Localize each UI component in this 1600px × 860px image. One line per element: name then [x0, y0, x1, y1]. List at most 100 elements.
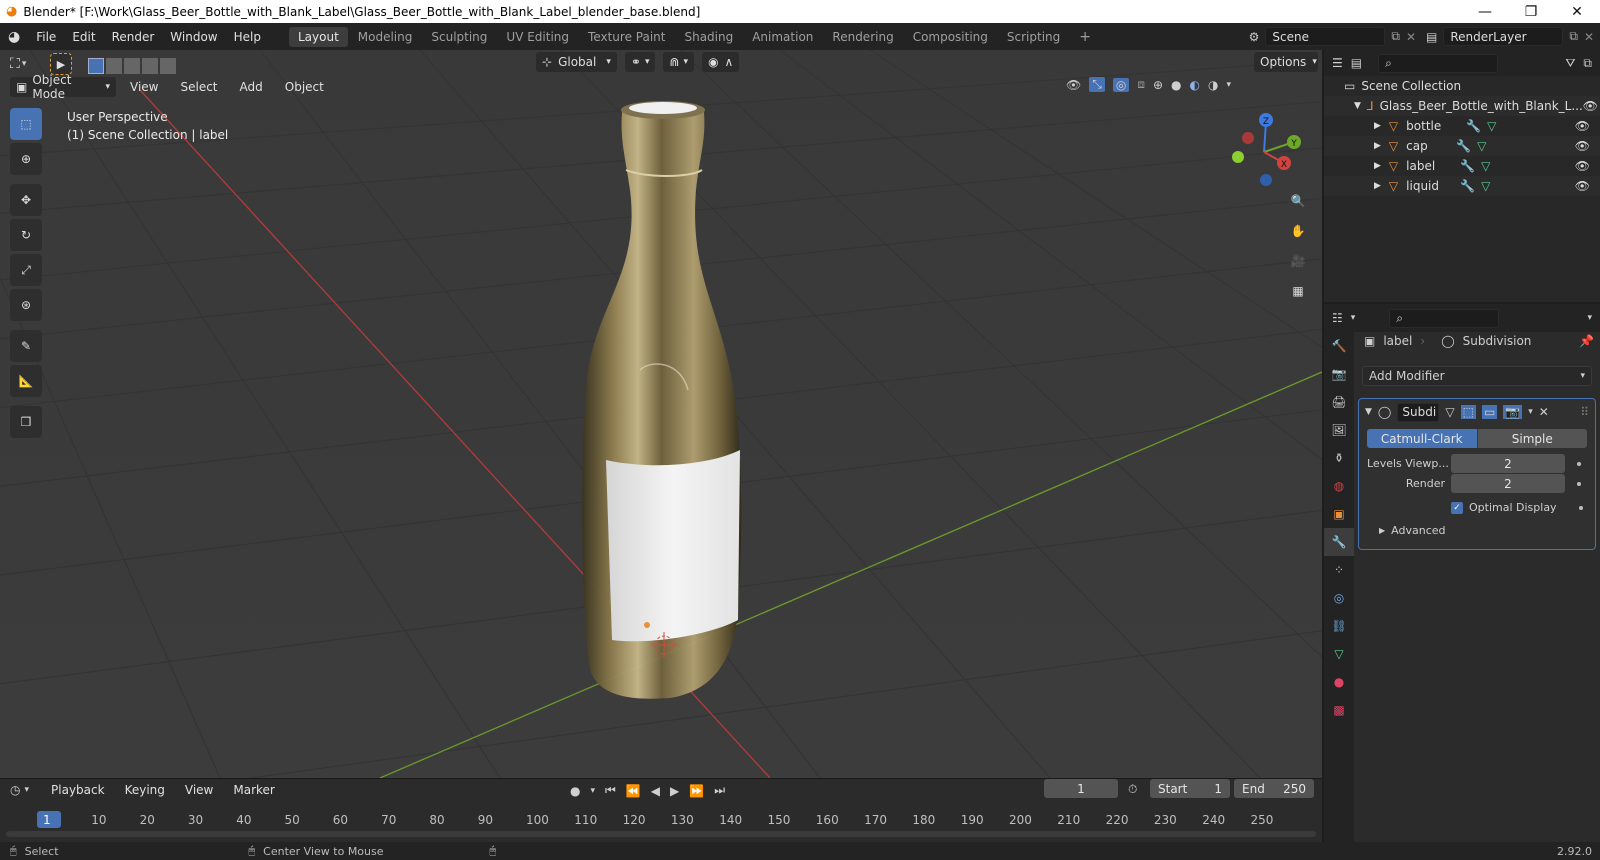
rotate-tool[interactable]: ↻ — [10, 219, 42, 251]
new-collection-icon[interactable]: ⧉ — [1583, 56, 1592, 71]
restore-button[interactable]: ❐ — [1508, 4, 1554, 20]
tab-shading[interactable]: Shading — [675, 27, 742, 47]
world-tab-icon[interactable]: ◍ — [1324, 472, 1354, 500]
scene-collection-row[interactable]: ▭ Scene Collection — [1324, 76, 1600, 96]
annotate-tool[interactable]: ✎ — [10, 330, 42, 362]
proportional-edit-toggle[interactable]: ◉ ∧ — [702, 52, 740, 72]
tab-sculpting[interactable]: Sculpting — [422, 27, 496, 47]
pin-icon[interactable]: 📌 — [1579, 334, 1594, 348]
camera-view-icon[interactable]: 🎥 — [1285, 248, 1311, 274]
menu-render[interactable]: Render — [104, 30, 163, 44]
tab-rendering[interactable]: Rendering — [823, 27, 902, 47]
options-dropdown[interactable]: Options ▾ — [1254, 52, 1318, 72]
play-icon[interactable]: ▶ — [670, 784, 679, 798]
render-levels-field[interactable]: 2 — [1451, 474, 1565, 493]
texture-tab-icon[interactable]: ▩ — [1324, 696, 1354, 724]
animate-property-dot[interactable] — [1579, 505, 1583, 510]
tab-animation[interactable]: Animation — [743, 27, 822, 47]
modifier-wrench-icon[interactable]: 🔧 — [1460, 159, 1475, 173]
chevron-down-icon[interactable]: ▾ — [1587, 313, 1592, 323]
xray-toggle-icon[interactable]: ⧈ — [1137, 77, 1145, 92]
add-cube-tool[interactable]: ❒ — [10, 406, 42, 438]
wireframe-shading-icon[interactable]: ⊕ — [1153, 78, 1163, 92]
expand-arrow-icon[interactable]: ▶ — [1374, 181, 1381, 191]
render-tab-icon[interactable]: 📷 — [1324, 360, 1354, 388]
select-intersect-icon[interactable] — [160, 57, 176, 74]
navigation-gizmo[interactable]: Z Y X — [1226, 112, 1306, 192]
outliner-item-liquid[interactable]: ▶ ▽ liquid 🔧 ▽ 👁 — [1324, 176, 1600, 196]
expand-arrow-icon[interactable]: ▶ — [1374, 141, 1381, 151]
animate-property-dot[interactable] — [1577, 481, 1581, 486]
next-keyframe-icon[interactable]: ⏩ — [689, 784, 704, 798]
jump-start-icon[interactable]: ⏮ — [605, 783, 616, 798]
add-modifier-dropdown[interactable]: Add Modifier ▾ — [1362, 366, 1592, 386]
end-frame-field[interactable]: End 250 — [1234, 779, 1314, 798]
material-tab-icon[interactable]: ● — [1324, 668, 1354, 696]
pivot-point-dropdown[interactable]: ⚭ ▾ — [624, 52, 656, 72]
jump-end-icon[interactable]: ⏭ — [714, 783, 725, 798]
material-shading-icon[interactable]: ◐ — [1190, 78, 1200, 92]
select-subtract-icon[interactable] — [124, 57, 140, 74]
expand-arrow-icon[interactable]: ▶ — [1374, 121, 1381, 131]
collapse-arrow-icon[interactable]: ▼ — [1365, 407, 1372, 417]
scene-icon[interactable]: ⚙ — [1249, 30, 1260, 44]
mesh-data-icon[interactable]: ▽ — [1481, 179, 1490, 193]
outliner-item-label[interactable]: ▶ ▽ label 🔧 ▽ 👁 — [1324, 156, 1600, 176]
advanced-subpanel[interactable]: ▶ Advanced — [1379, 524, 1587, 537]
start-frame-field[interactable]: Start 1 — [1150, 779, 1230, 798]
close-window-button[interactable]: ✕ — [1554, 4, 1600, 20]
scale-tool[interactable]: ⤢ — [10, 254, 42, 286]
outliner-search-input[interactable]: ⌕ — [1378, 53, 1499, 73]
close-icon[interactable]: ✕ — [1539, 405, 1549, 419]
chevron-down-icon[interactable]: ▾ — [1226, 80, 1231, 90]
overlay-toggle-icon[interactable]: ◎ — [1112, 77, 1130, 92]
output-tab-icon[interactable]: 🖨 — [1324, 388, 1354, 416]
play-reverse-icon[interactable]: ◀ — [651, 784, 660, 798]
tool-tab-icon[interactable]: 🔨 — [1324, 332, 1354, 360]
menu-edit[interactable]: Edit — [64, 30, 103, 44]
object-tab-icon[interactable]: ▣ — [1324, 500, 1354, 528]
modifier-wrench-icon[interactable]: 🔧 — [1456, 139, 1471, 153]
add-workspace-icon[interactable]: + — [1070, 26, 1100, 48]
modifier-name-field[interactable]: Subdi — [1397, 402, 1440, 422]
snap-toggle[interactable]: ⋒ ▾ — [663, 52, 695, 72]
rendered-shading-icon[interactable]: ◑ — [1208, 78, 1218, 92]
animate-property-dot[interactable] — [1577, 461, 1581, 466]
visibility-eye-icon[interactable]: 👁 — [1066, 78, 1081, 92]
viewport-menu-object[interactable]: Object — [277, 80, 332, 94]
cursor-tool[interactable]: ⊕ — [10, 143, 42, 175]
preview-range-icon[interactable]: ⏱ — [1128, 782, 1137, 797]
zoom-icon[interactable]: 🔍 — [1285, 188, 1311, 214]
render-layer-icon[interactable]: ▤ — [1426, 30, 1437, 44]
scene-selector[interactable]: Scene — [1265, 27, 1386, 46]
collection-row[interactable]: ▼ ⅃ Glass_Beer_Bottle_with_Blank_L... 👁 — [1324, 96, 1600, 116]
mesh-data-icon[interactable]: ▽ — [1487, 119, 1496, 133]
modifier-wrench-icon[interactable]: 🔧 — [1460, 179, 1475, 193]
viewport-menu-select[interactable]: Select — [172, 80, 225, 94]
view-layer-tab-icon[interactable]: 🖼 — [1324, 416, 1354, 444]
viewport-display-icon[interactable]: ▭ — [1481, 405, 1498, 419]
blender-menu-icon[interactable]: ◕ — [8, 29, 20, 45]
data-tab-icon[interactable]: ▽ — [1324, 640, 1354, 668]
timeline-menu-keying[interactable]: Keying — [117, 783, 173, 797]
eye-icon[interactable]: 👁 — [1575, 119, 1590, 133]
render-camera-icon[interactable]: 📷 — [1503, 405, 1523, 419]
viewport-menu-view[interactable]: View — [122, 80, 166, 94]
select-box-tool[interactable]: ⬚ — [10, 108, 42, 140]
select-invert-icon[interactable] — [142, 57, 158, 74]
select-extend-icon[interactable] — [106, 57, 122, 74]
timeline-menu-playback[interactable]: Playback — [43, 783, 113, 797]
tab-uv-editing[interactable]: UV Editing — [497, 27, 578, 47]
delete-render-layer-icon[interactable]: ✕ — [1584, 30, 1594, 44]
filter-icon[interactable]: ⛛ — [1565, 56, 1575, 71]
scene-tab-icon[interactable]: ⚱ — [1324, 444, 1354, 472]
properties-editor-icon[interactable]: ☷ — [1332, 311, 1343, 325]
tab-layout[interactable]: Layout — [288, 26, 348, 47]
tweak-tool-button[interactable]: ▶ — [50, 53, 72, 75]
outliner-editor-icon[interactable]: ☰ — [1332, 56, 1343, 70]
pan-hand-icon[interactable]: ✋ — [1285, 218, 1311, 244]
render-layer-selector[interactable]: RenderLayer — [1443, 27, 1564, 46]
tab-texture-paint[interactable]: Texture Paint — [579, 27, 674, 47]
expand-arrow-icon[interactable]: ▶ — [1374, 161, 1381, 171]
transform-tool[interactable]: ⊛ — [10, 289, 42, 321]
